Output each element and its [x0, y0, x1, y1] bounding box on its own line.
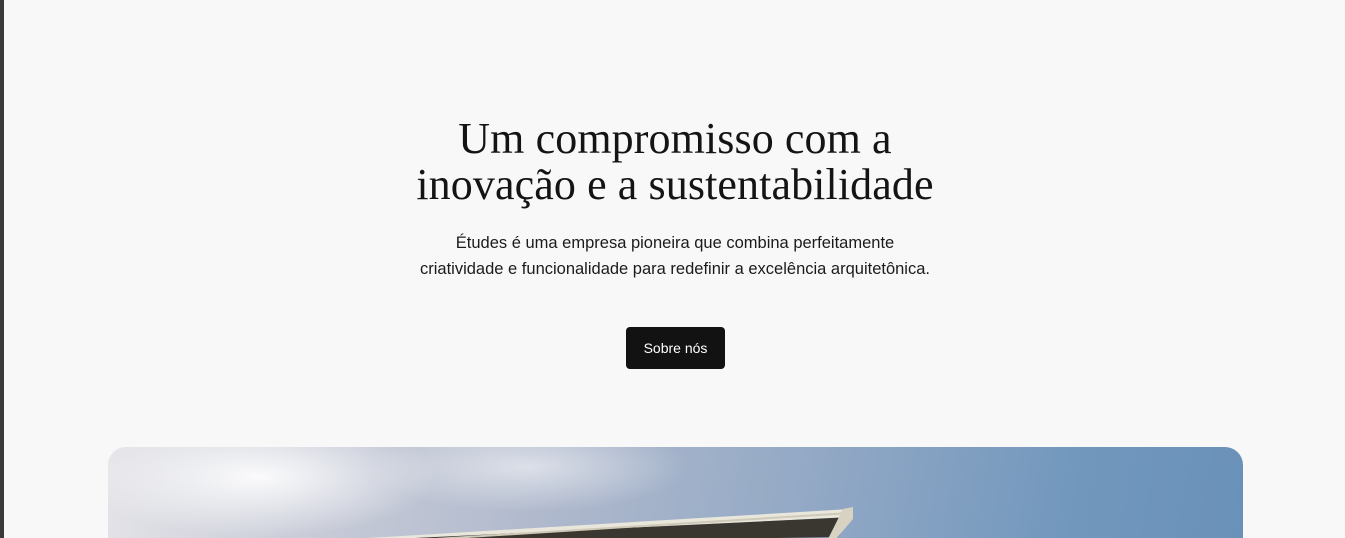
hero-title: Um compromisso com a inovação e a susten…	[372, 116, 978, 208]
hero-description: Études é uma empresa pioneira que combin…	[420, 234, 930, 278]
building-roof-graphic	[108, 447, 853, 538]
window-left-edge	[0, 0, 4, 538]
hero-title-line-2: inovação e a sustentabilidade	[416, 160, 934, 209]
architecture-photo	[108, 447, 1243, 538]
hero-title-line-1: Um compromisso com a	[458, 114, 892, 163]
about-us-button[interactable]: Sobre nós	[626, 327, 725, 369]
